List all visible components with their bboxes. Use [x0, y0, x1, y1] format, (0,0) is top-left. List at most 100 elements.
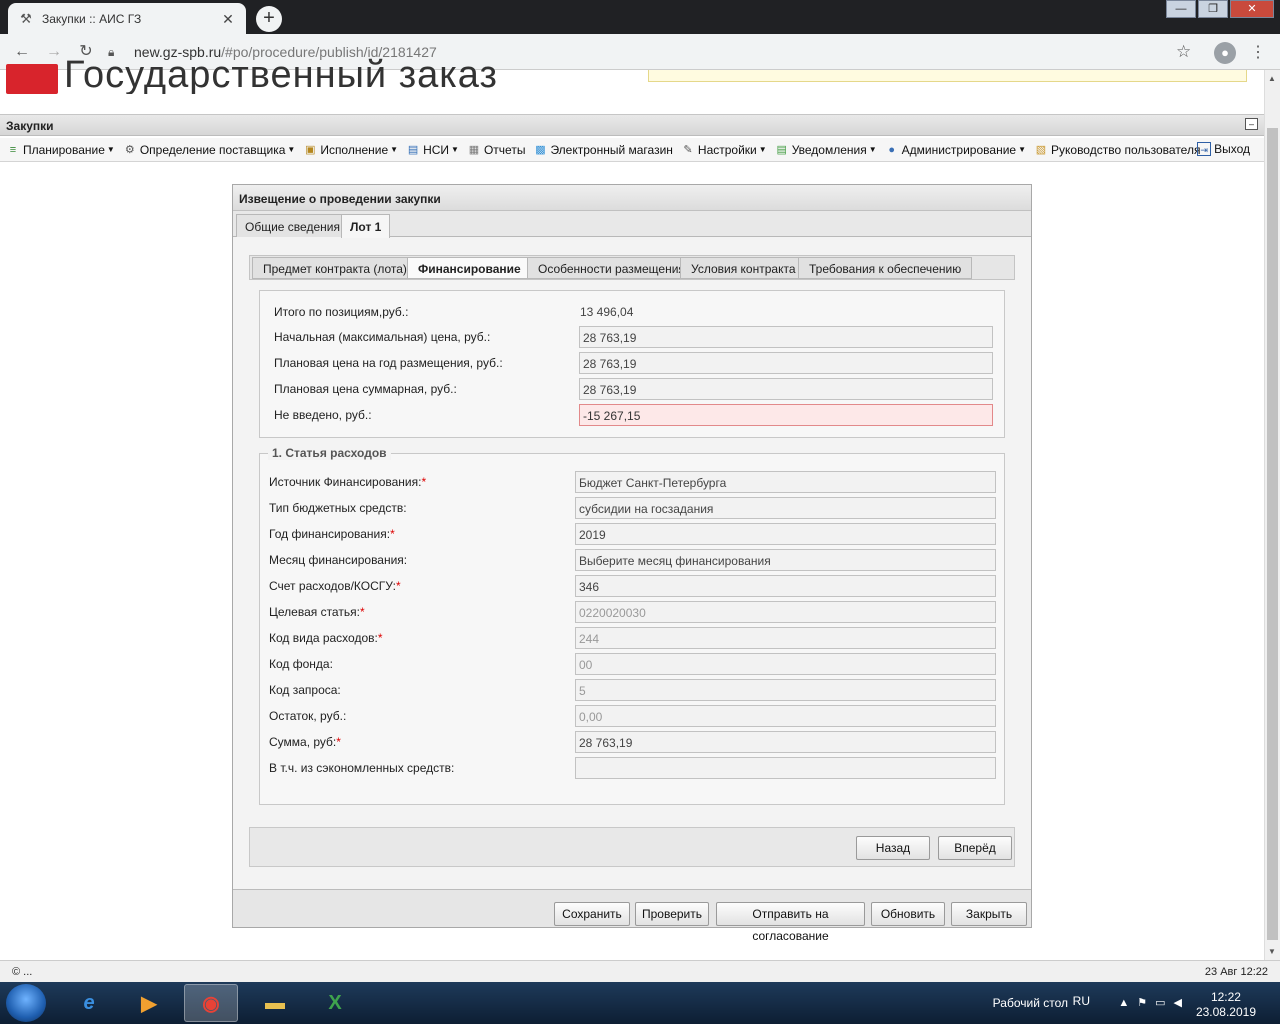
- chrome-icon[interactable]: ◉: [184, 984, 238, 1022]
- tab-lot-1[interactable]: Лот 1: [341, 214, 391, 238]
- expense-field-label: Счет расходов/КОСГУ:*: [269, 579, 401, 593]
- scroll-up-icon[interactable]: ▲: [1268, 74, 1276, 83]
- menu-item-8[interactable]: ▤ Уведомления ▼: [775, 143, 876, 157]
- account-avatar-icon[interactable]: ●: [1214, 42, 1236, 64]
- expense-row: Счет расходов/КОСГУ:* 346: [269, 575, 999, 597]
- back-button[interactable]: Назад: [856, 836, 930, 860]
- report-icon: ▦: [468, 143, 480, 156]
- expense-field-input[interactable]: Бюджет Санкт-Петербурга: [575, 471, 996, 493]
- logo-text: Государственный заказ: [64, 54, 498, 94]
- expense-label-text: Месяц финансирования:: [269, 553, 408, 567]
- internet-explorer-icon[interactable]: e: [62, 984, 116, 1022]
- expense-field-input[interactable]: [575, 757, 996, 779]
- scroll-thumb[interactable]: [1267, 128, 1278, 940]
- plan-sum-field[interactable]: 28 763,19: [579, 378, 993, 400]
- logout-button[interactable]: ⇥ Выход: [1197, 142, 1250, 156]
- start-button[interactable]: [6, 984, 46, 1022]
- file-explorer-icon[interactable]: ▬: [248, 984, 302, 1022]
- expense-row: Сумма, руб:* 28 763,19: [269, 731, 999, 753]
- menu-item-2[interactable]: ⚙ Определение поставщика ▼: [123, 143, 295, 157]
- not-entered-field[interactable]: -15 267,15: [579, 404, 993, 426]
- bookmark-star-icon[interactable]: ☆: [1176, 42, 1191, 62]
- page-scrollbar[interactable]: ▲ ▼: [1264, 70, 1280, 960]
- expense-label-text: Источник Финансирования:: [269, 475, 422, 489]
- taskbar-clock[interactable]: 12:22 23.08.2019: [1196, 990, 1256, 1020]
- expense-row: Код вида расходов:* 244: [269, 627, 999, 649]
- tab-general-info[interactable]: Общие сведения: [236, 214, 349, 237]
- media-player-icon[interactable]: ▶: [122, 984, 176, 1022]
- site-logo[interactable]: Государственный заказ: [6, 50, 498, 94]
- expense-field-input[interactable]: Выберите месяц финансирования: [575, 549, 996, 571]
- refresh-button[interactable]: Обновить: [871, 902, 945, 926]
- language-indicator[interactable]: RU: [1073, 994, 1090, 1008]
- save-button[interactable]: Сохранить: [554, 902, 630, 926]
- wrench-icon: ✎: [683, 143, 693, 156]
- menu-item-label: Электронный магазин: [550, 142, 673, 157]
- step-navigation: Назад Вперёд: [249, 827, 1015, 867]
- tab-contract-subject[interactable]: Предмет контракта (лота): [252, 257, 418, 279]
- menu-item-10[interactable]: ▧ Руководство пользователя: [1034, 143, 1201, 157]
- excel-icon[interactable]: X: [308, 984, 362, 1022]
- expense-field-label: Год финансирования:*: [269, 527, 395, 541]
- expense-field-input[interactable]: 0220020030: [575, 601, 996, 623]
- check-button[interactable]: Проверить: [635, 902, 709, 926]
- minimize-window-button[interactable]: —: [1166, 0, 1196, 18]
- expense-field-input[interactable]: 346: [575, 575, 996, 597]
- maximize-window-button[interactable]: ❐: [1198, 0, 1228, 18]
- expense-row: Тип бюджетных средств: субсидии на госзад…: [269, 497, 999, 519]
- expense-row: Код фонда: 00: [269, 653, 999, 675]
- forward-button[interactable]: Вперёд: [938, 836, 1012, 860]
- expense-label-text: Код фонда:: [269, 657, 333, 671]
- expense-field-input[interactable]: 28 763,19: [575, 731, 996, 753]
- collapse-button[interactable]: –: [1245, 118, 1258, 130]
- menu-item-3[interactable]: ▣ Исполнение ▼: [303, 143, 398, 157]
- exit-icon: ⇥: [1197, 142, 1212, 156]
- send-for-approval-button[interactable]: Отправить на согласование: [716, 902, 865, 943]
- menu-item-label: Администрирование: [901, 142, 1017, 157]
- menu-item-7[interactable]: ✎ Настройки ▼: [681, 143, 766, 157]
- close-icon[interactable]: ✕: [220, 11, 236, 27]
- close-window-button[interactable]: ✕: [1230, 0, 1274, 18]
- status-datetime: 23 Авг 12:22: [1204, 966, 1268, 978]
- close-button[interactable]: Закрыть: [951, 902, 1027, 926]
- expense-field-input[interactable]: 5: [575, 679, 996, 701]
- main-menu: ≡ Планирование ▼ ⚙ Определение поставщика ▼ ▣ И…: [0, 138, 1264, 162]
- planning-icon: ≡: [9, 143, 17, 156]
- menu-item-6[interactable]: ▩ Электронный магазин: [533, 142, 673, 157]
- expense-field-input[interactable]: 0,00: [575, 705, 996, 727]
- required-asterisk: *: [421, 475, 427, 489]
- menu-item-1[interactable]: ≡ Планирование ▼: [6, 143, 115, 157]
- caret-down-icon: ▼: [1018, 145, 1026, 154]
- tray-icons[interactable]: ▲⚑▭◀: [1118, 996, 1190, 1009]
- expense-field-input[interactable]: 00: [575, 653, 996, 675]
- browser-tab[interactable]: ⚒ Закупки :: АИС ГЗ ✕: [8, 3, 246, 34]
- expense-field-input[interactable]: субсидии на госзадания: [575, 497, 996, 519]
- dialog-footer: Сохранить Проверить Отправить на согласо…: [233, 889, 1031, 943]
- menu-item-5[interactable]: ▦ Отчеты: [467, 143, 526, 157]
- tab-contract-terms[interactable]: Условия контракта: [680, 257, 807, 279]
- execution-icon: ▣: [305, 143, 316, 156]
- expense-field-input[interactable]: 2019: [575, 523, 996, 545]
- procurement-notice-dialog: Извещение о проведении закупки Общие све…: [232, 184, 1032, 943]
- nmc-field[interactable]: 28 763,19: [579, 326, 993, 348]
- tab-financing[interactable]: Финансирование: [407, 257, 532, 279]
- new-tab-button[interactable]: +: [256, 6, 282, 32]
- expense-field-input[interactable]: 244: [575, 627, 996, 649]
- expense-row: В т.ч. из сэкономленных средств:: [269, 757, 999, 779]
- expense-field-label: Целевая статья:*: [269, 605, 365, 619]
- required-asterisk: *: [359, 605, 365, 619]
- plan-year-field[interactable]: 28 763,19: [579, 352, 993, 374]
- menu-item-4[interactable]: ▤ НСИ ▼: [406, 143, 459, 157]
- desktop-toolbar-label[interactable]: Рабочий стол: [993, 996, 1068, 1010]
- expense-item-fieldset: 1. Статья расходов Источник Финансирован…: [259, 446, 1005, 805]
- tab-security-requirements[interactable]: Требования к обеспечению: [798, 257, 973, 279]
- dialog-title: Извещение о проведении закупки: [233, 185, 1031, 211]
- expense-row: Месяц финансирования: Выберите месяц фина…: [269, 549, 999, 571]
- menu-item-label: НСИ: [423, 142, 450, 157]
- expense-label-text: Целевая статья:: [269, 605, 360, 619]
- tab-placement-features[interactable]: Особенности размещения: [527, 257, 696, 279]
- scroll-down-icon[interactable]: ▼: [1268, 947, 1276, 956]
- menu-item-9[interactable]: ● Администрирование ▼: [885, 143, 1026, 157]
- expense-field-label: Код вида расходов:*: [269, 631, 383, 645]
- menu-kebab-icon[interactable]: ⋮: [1250, 42, 1266, 62]
